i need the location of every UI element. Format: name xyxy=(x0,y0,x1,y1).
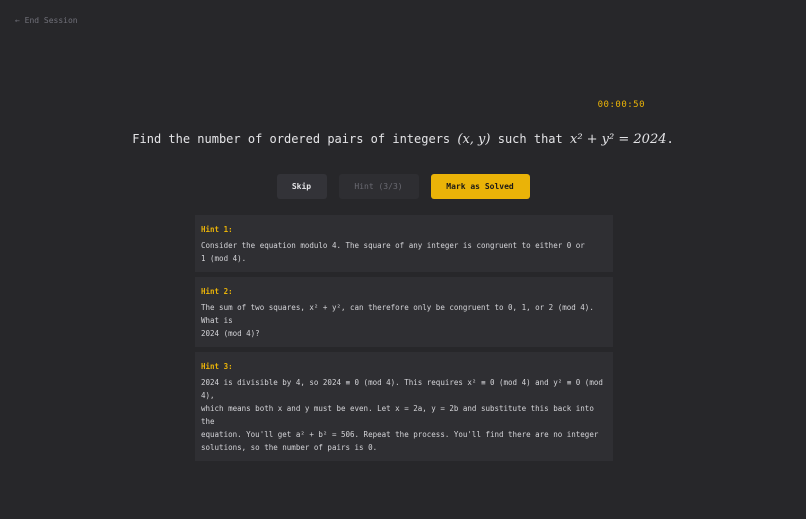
hint-card: Hint 3: 2024 is divisible by 4, so 2024 … xyxy=(195,352,613,461)
hint-line: which means both x and y must be even. L… xyxy=(201,404,594,426)
end-session-link[interactable]: ← End Session xyxy=(15,16,78,25)
hint-card: Hint 1: Consider the equation modulo 4. … xyxy=(195,215,613,272)
hint-card: Hint 2: The sum of two squares, x² + y²,… xyxy=(195,277,613,347)
problem-text-middle: such that xyxy=(497,132,563,146)
hint-line: 2024 is divisible by 4, so 2024 ≡ 0 (mod… xyxy=(201,378,603,400)
hint-line: 1 (mod 4). xyxy=(201,254,247,263)
hints-list: Hint 1: Consider the equation modulo 4. … xyxy=(195,215,613,466)
problem-equation: x² + y² = 2024 xyxy=(569,132,667,147)
hint-line: Consider the equation modulo 4. The squa… xyxy=(201,241,585,250)
problem-pair: (x, y) xyxy=(457,132,491,147)
hint-title: Hint 2: xyxy=(201,287,233,296)
problem-text-prefix: Find the number of ordered pairs of inte… xyxy=(132,132,451,146)
practice-session-page: ← End Session 00:00:50 Find the number o… xyxy=(0,0,806,519)
skip-button[interactable]: Skip xyxy=(276,174,327,199)
hint-line: 2024 (mod 4)? xyxy=(201,329,260,338)
hint-line: The sum of two squares, x² + y², can the… xyxy=(201,303,594,325)
action-buttons: Skip Hint (3/3) Mark as Solved xyxy=(0,174,806,199)
hint-button[interactable]: Hint (3/3) xyxy=(338,174,419,199)
session-timer: 00:00:50 xyxy=(597,100,645,110)
problem-text-suffix: . xyxy=(666,132,674,146)
problem-statement: Find the number of ordered pairs of inte… xyxy=(0,132,806,147)
mark-solved-button[interactable]: Mark as Solved xyxy=(430,174,530,199)
hint-line: solutions, so the number of pairs is 0. xyxy=(201,443,378,452)
hint-title: Hint 1: xyxy=(201,225,233,234)
hint-line: equation. You'll get a² + b² = 506. Repe… xyxy=(201,430,599,439)
hint-title: Hint 3: xyxy=(201,362,233,371)
